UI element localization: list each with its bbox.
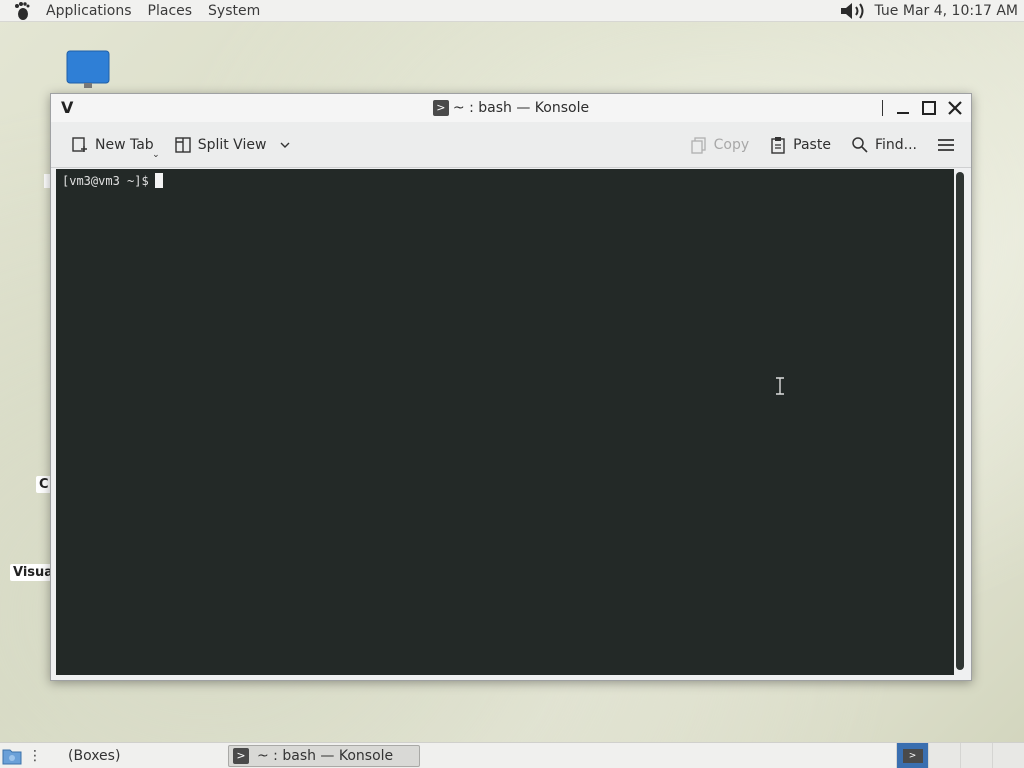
- top-panel-tray: Tue Mar 4, 10:17 AM: [839, 0, 1019, 22]
- copy-label: Copy: [713, 136, 750, 153]
- search-icon: [852, 136, 868, 153]
- workspace-3[interactable]: [960, 743, 992, 768]
- volume-icon[interactable]: [839, 1, 869, 21]
- title-separator: [882, 100, 883, 116]
- clock[interactable]: Tue Mar 4, 10:17 AM: [875, 3, 1019, 19]
- window-controls: [882, 94, 965, 122]
- boxes-task[interactable]: (Boxes): [68, 748, 120, 764]
- computer-icon[interactable]: [66, 50, 110, 90]
- workspace-2[interactable]: [928, 743, 960, 768]
- taskbar-konsole-button[interactable]: > ~ : bash — Konsole: [228, 745, 420, 767]
- top-panel: Applications Places System Tue Mar 4, 10…: [0, 0, 1024, 22]
- hamburger-menu-button[interactable]: [937, 136, 955, 154]
- paste-button[interactable]: Paste: [769, 136, 831, 154]
- split-view-icon: [174, 136, 191, 153]
- terminal-area[interactable]: [vm3@vm3 ~]$: [56, 169, 954, 675]
- prompt-line: [vm3@vm3 ~]$: [62, 173, 948, 188]
- window-menu-button[interactable]: V: [61, 98, 73, 117]
- maximize-icon: [922, 101, 936, 115]
- konsole-window: V > ~ : bash — Konsole New Tab ⌄ Split V…: [50, 93, 972, 681]
- konsole-toolbar: New Tab ⌄ Split View Copy Paste Find...: [51, 122, 971, 168]
- menu-places[interactable]: Places: [140, 3, 201, 19]
- show-desktop-icon[interactable]: [2, 747, 22, 765]
- window-title: ~ : bash — Konsole: [452, 100, 590, 116]
- workspace-switcher: >: [896, 743, 1024, 768]
- menu-applications[interactable]: Applications: [38, 3, 140, 19]
- find-button[interactable]: Find...: [851, 136, 917, 154]
- menu-system[interactable]: System: [200, 3, 268, 19]
- paste-label: Paste: [793, 136, 831, 153]
- paste-icon: [771, 136, 785, 154]
- terminal-scrollbar[interactable]: [956, 172, 964, 670]
- copy-icon: [690, 136, 706, 154]
- taskbar-konsole-label: ~ : bash — Konsole: [257, 748, 394, 764]
- text-cursor: [154, 173, 163, 188]
- hamburger-menu-icon: [938, 138, 954, 151]
- new-tab-label: New Tab: [95, 136, 154, 153]
- konsole-app-icon: >: [432, 100, 449, 116]
- minimize-icon: [897, 112, 909, 114]
- konsole-task-icon: >: [233, 748, 249, 764]
- find-label: Find...: [874, 136, 917, 153]
- close-icon: [948, 101, 962, 115]
- title-bar[interactable]: V > ~ : bash — Konsole: [51, 94, 971, 122]
- workspace-1[interactable]: >: [896, 743, 928, 768]
- new-tab-icon: [72, 136, 87, 152]
- minimize-button[interactable]: [893, 98, 913, 118]
- chevron-down-icon: [280, 142, 290, 148]
- workspace-1-window-icon: >: [902, 749, 923, 763]
- shell-prompt: [vm3@vm3 ~]$: [62, 173, 149, 188]
- workspace-4[interactable]: [992, 743, 1024, 768]
- window-title-wrap: > ~ : bash — Konsole: [432, 100, 590, 116]
- split-view-button[interactable]: Split View: [174, 136, 293, 154]
- close-button[interactable]: [945, 98, 965, 118]
- ibeam-cursor-icon: [776, 377, 784, 395]
- copy-button[interactable]: Copy: [690, 136, 750, 154]
- new-tab-dropdown-icon: ⌄: [152, 149, 160, 160]
- split-view-label: Split View: [197, 136, 267, 153]
- new-tab-button[interactable]: New Tab ⌄: [71, 136, 160, 160]
- gnome-foot-icon[interactable]: [12, 1, 32, 21]
- panel-handle-icon[interactable]: ⋮: [28, 748, 42, 764]
- bottom-panel: ⋮ (Boxes) > ~ : bash — Konsole >: [0, 742, 1024, 768]
- maximize-button[interactable]: [919, 98, 939, 118]
